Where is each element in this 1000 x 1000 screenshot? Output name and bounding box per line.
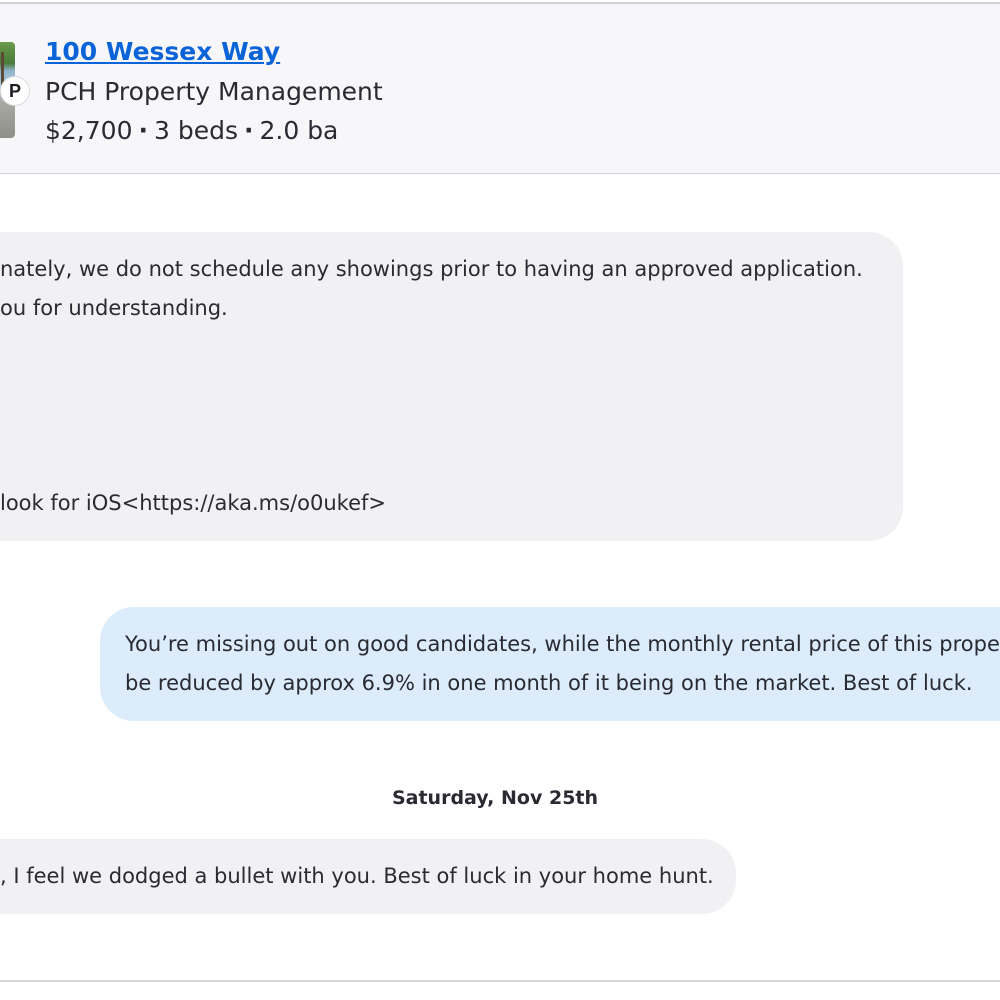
listing-price: $2,700 [45,116,133,145]
message-text-line: , I feel we dodged a bullet with you. Be… [0,864,714,888]
date-separator: Saturday, Nov 25th [391,787,599,809]
listing-details: $2,700 · 3 beds · 2.0 ba [45,116,338,145]
message-text-line: You’re missing out on good candidates, w… [125,632,1000,656]
message-text-line: be reduced by approx 6.9% in one month o… [125,671,973,695]
separator-dot: · [243,116,254,145]
incoming-message: nately, we do not schedule any showings … [0,232,903,541]
listing-baths: 2.0 ba [259,116,339,145]
divider [0,980,1000,982]
listing-header: P 100 Wessex Way PCH Property Management… [0,2,1000,174]
incoming-message: , I feel we dodged a bullet with you. Be… [0,839,736,914]
message-text-line: look for iOS<https://aka.ms/o0ukef> [0,491,386,515]
outgoing-message: You’re missing out on good candidates, w… [100,607,1000,721]
message-text-line: ou for understanding. [0,296,228,320]
listing-beds: 3 beds [153,116,238,145]
conversation-view: P 100 Wessex Way PCH Property Management… [0,0,1000,1000]
separator-dot: · [138,116,148,145]
property-manager-name: PCH Property Management [45,77,383,106]
manager-avatar: P [1,77,29,105]
listing-address-link[interactable]: 100 Wessex Way [45,37,280,66]
message-text-line: nately, we do not schedule any showings … [0,257,863,281]
